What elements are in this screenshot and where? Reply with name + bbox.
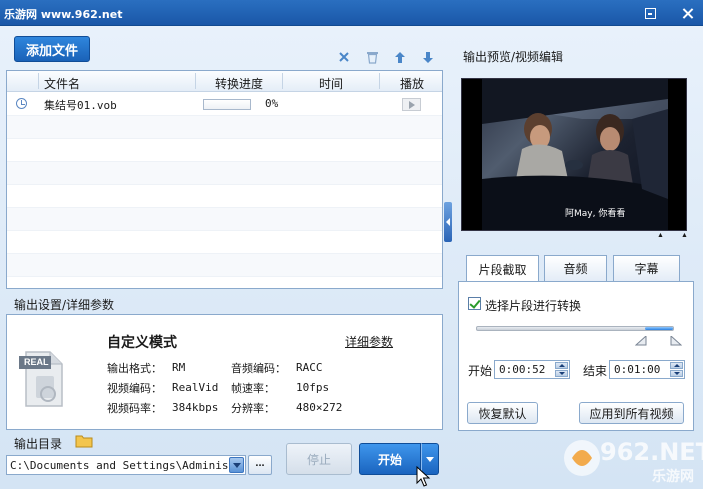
select-clip-checkbox[interactable]: [468, 297, 481, 310]
start-time-input[interactable]: 0:00:52: [494, 360, 570, 379]
move-down-icon[interactable]: [420, 50, 436, 64]
watermark-sub-text: 乐游网: [652, 469, 694, 485]
tab-clip[interactable]: 片段截取: [466, 255, 539, 282]
file-table-header: 文件名 转换进度 时间 播放: [7, 71, 442, 92]
output-settings-panel: REAL 自定义模式 详细参数 输出格式： RM 音频编码： RACC 视频编码…: [6, 314, 443, 430]
table-row-empty: [7, 116, 442, 139]
tab-subtitle[interactable]: 字幕: [613, 255, 680, 281]
stop-button[interactable]: 停止: [286, 443, 352, 475]
table-row-empty: [7, 231, 442, 254]
header-play[interactable]: 播放: [400, 75, 424, 92]
resolution-label: 分辨率：: [231, 402, 275, 415]
chevron-down-icon[interactable]: [229, 457, 244, 473]
collapse-panel-handle[interactable]: [444, 202, 452, 242]
detail-params-link[interactable]: 详细参数: [345, 333, 393, 350]
preview-marker-left: ▲: [657, 232, 664, 239]
end-time-value: 0:01:00: [614, 363, 661, 376]
output-path-text: C:\Documents and Settings\Administra: [10, 459, 228, 472]
mouse-cursor-icon: [416, 465, 432, 488]
select-clip-label: 选择片段进行转换: [485, 299, 582, 313]
spin-down-icon[interactable]: [555, 370, 568, 377]
video-codec-label: 视频编码：: [107, 382, 162, 395]
column-separator: [282, 73, 283, 89]
output-path-select[interactable]: C:\Documents and Settings\Administra: [6, 455, 246, 475]
real-badge: REAL: [24, 357, 49, 367]
play-icon[interactable]: [402, 98, 421, 111]
column-separator: [379, 73, 380, 89]
header-progress[interactable]: 转换进度: [215, 75, 263, 92]
video-preview[interactable]: 阿May, 你看看: [461, 78, 687, 231]
start-time-label: 开始: [468, 364, 493, 378]
file-list-panel: 文件名 转换进度 时间 播放 集结号01.vob 0%: [6, 70, 443, 289]
trash-icon[interactable]: [364, 50, 380, 64]
real-format-icon: REAL: [18, 350, 64, 408]
table-row-empty: [7, 254, 442, 277]
table-row-empty: [7, 139, 442, 162]
start-button[interactable]: 开始: [359, 443, 421, 475]
table-row-empty: [7, 208, 442, 231]
minimize-button[interactable]: [645, 8, 656, 19]
video-frame: 阿May, 你看看: [482, 79, 668, 230]
audio-codec-value: RACC: [296, 361, 323, 374]
column-separator: [195, 73, 196, 89]
video-bitrate-label: 视频码率：: [107, 402, 162, 415]
tab-audio[interactable]: 音频: [544, 255, 607, 281]
move-up-icon[interactable]: [392, 50, 408, 64]
resolution-value: 480×272: [296, 401, 343, 414]
frame-rate-label: 帧速率：: [231, 382, 275, 395]
clip-panel: 选择片段进行转换 开始 0:00:52 结束 0:01:00 恢复默认 应用到所…: [458, 281, 694, 431]
spin-up-icon[interactable]: [555, 362, 568, 369]
progress-text: 0%: [265, 97, 279, 110]
table-row-empty: [7, 185, 442, 208]
clock-icon: [16, 98, 27, 109]
site-watermark-logo: 962.NET 乐游网: [560, 436, 703, 486]
file-name-cell: 集结号01.vob: [44, 99, 117, 112]
output-format-value: RM: [172, 361, 186, 374]
audio-codec-label: 音频编码：: [231, 362, 286, 375]
end-time-spinner[interactable]: [670, 362, 683, 377]
restore-default-button[interactable]: 恢复默认: [467, 402, 538, 424]
spin-up-icon[interactable]: [670, 362, 683, 369]
progress-bar: [203, 99, 251, 110]
browse-button[interactable]: ...: [248, 455, 272, 475]
window-title: 乐游网 www.962.net: [4, 8, 123, 21]
close-button[interactable]: [682, 8, 693, 19]
output-settings-title: 输出设置/详细参数: [14, 298, 115, 312]
preview-marker-right: ▲: [681, 232, 688, 239]
header-time[interactable]: 时间: [319, 75, 343, 92]
watermark-logo-text: 962.NET: [600, 438, 703, 466]
output-dir-label: 输出目录: [14, 437, 63, 451]
video-codec-value: RealVid: [172, 381, 219, 394]
column-separator: [38, 73, 39, 89]
folder-icon[interactable]: [75, 434, 93, 448]
title-bar: 乐游网 www.962.net: [0, 0, 703, 26]
remove-icon[interactable]: [336, 50, 352, 64]
frame-rate-value: 10fps: [296, 381, 330, 394]
start-time-value: 0:00:52: [499, 363, 546, 376]
end-time-label: 结束: [583, 364, 608, 378]
clip-range-fill: [645, 327, 673, 330]
end-time-input[interactable]: 0:01:00: [609, 360, 685, 379]
add-file-button[interactable]: 添加文件: [14, 36, 90, 62]
video-subtitle-text: 阿May, 你看看: [565, 209, 626, 219]
video-bitrate-value: 384kbps: [172, 401, 219, 414]
output-format-label: 输出格式：: [107, 362, 162, 375]
start-time-spinner[interactable]: [555, 362, 568, 377]
clip-range-slider[interactable]: [476, 326, 674, 331]
header-filename[interactable]: 文件名: [44, 75, 80, 92]
table-row[interactable]: 集结号01.vob 0%: [7, 93, 442, 116]
mode-title: 自定义模式: [107, 335, 177, 351]
apply-all-button[interactable]: 应用到所有视频: [579, 402, 684, 424]
preview-title: 输出预览/视频编辑: [463, 50, 564, 64]
spin-down-icon[interactable]: [670, 370, 683, 377]
table-row-empty: [7, 162, 442, 185]
